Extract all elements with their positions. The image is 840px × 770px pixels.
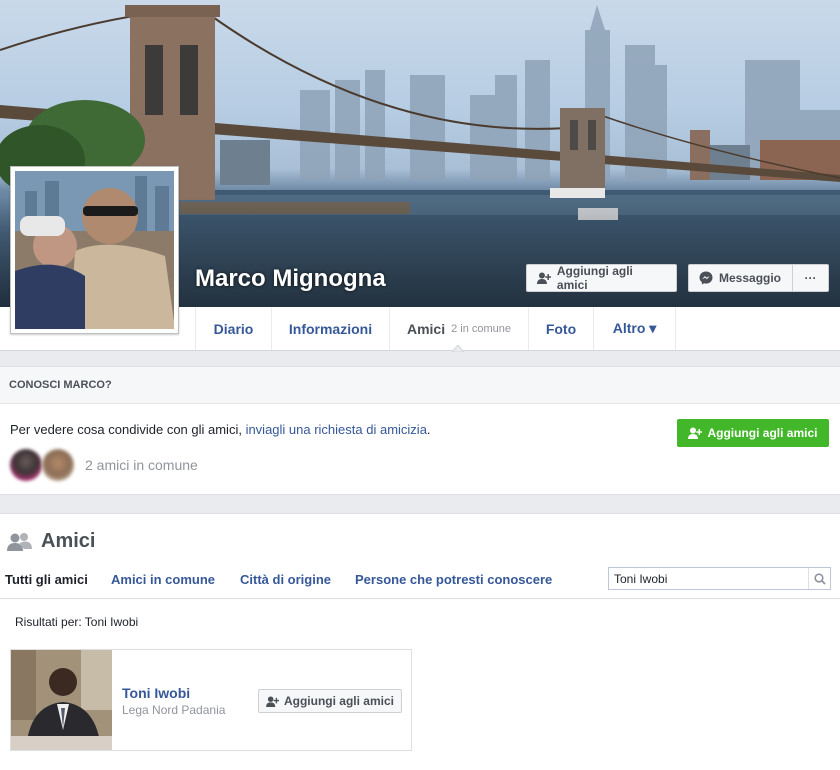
friend-photo-drawing: [11, 650, 112, 750]
add-friend-label: Aggiungi agli amici: [556, 264, 633, 292]
search-results-label: Risultati per: Toni Iwobi: [15, 615, 139, 629]
tab-all-friends[interactable]: Tutti gli amici: [5, 572, 88, 587]
know-profile-text: Per vedere cosa condivide con gli amici,…: [10, 422, 431, 437]
tab-foto-label: Foto: [545, 320, 577, 337]
tab-informazioni-label: Informazioni: [288, 320, 373, 337]
add-friend-green-button[interactable]: Aggiungi agli amici: [677, 419, 829, 447]
friends-tabs-divider: [0, 598, 840, 599]
friend-result-photo[interactable]: [11, 650, 112, 750]
friends-title: Amici: [41, 530, 96, 552]
profile-picture[interactable]: [10, 166, 179, 334]
messenger-icon: [699, 271, 713, 285]
tab-altro-label: Altro ▾: [612, 320, 657, 336]
send-friend-request-link[interactable]: inviagli una richiesta di amicizia: [246, 422, 427, 437]
profile-photo-drawing: [15, 171, 174, 329]
tab-foto[interactable]: Foto: [528, 307, 593, 350]
add-friend-green-label: Aggiungi agli amici: [707, 426, 818, 440]
active-tab-caret: [452, 345, 464, 352]
add-friend-icon: [688, 427, 703, 439]
search-icon: [813, 572, 826, 585]
tab-informazioni[interactable]: Informazioni: [271, 307, 389, 350]
friend-result-subtitle: Lega Nord Padania: [122, 703, 226, 717]
tab-diario-label: Diario: [213, 320, 254, 337]
tab-mutual-friends[interactable]: Amici in comune: [111, 572, 215, 587]
friends-search: [608, 567, 831, 590]
tab-amici-mutual-count: 2 in comune: [451, 322, 512, 335]
friend-result-name[interactable]: Toni Iwobi: [122, 685, 190, 701]
tab-amici-label: Amici: [406, 320, 446, 337]
mutual-friends-avatars[interactable]: [10, 447, 80, 483]
profile-name: Marco Mignogna: [195, 265, 386, 292]
know-profile-text-start: Per vedere cosa condivide con gli amici,: [10, 422, 246, 437]
message-label: Messaggio: [719, 271, 782, 285]
add-friend-icon: [537, 272, 551, 284]
profile-picture-image: [15, 171, 174, 329]
more-options-button[interactable]: ···: [792, 264, 829, 292]
know-profile-title: CONOSCI MARCO?: [0, 367, 840, 404]
friend-result-add-label: Aggiungi agli amici: [283, 694, 394, 708]
mutual-friends-count[interactable]: 2 amici in comune: [85, 457, 198, 473]
know-profile-text-end: .: [426, 422, 431, 437]
add-friend-button[interactable]: Aggiungi agli amici: [526, 264, 677, 292]
tab-altro[interactable]: Altro ▾: [593, 307, 676, 350]
tab-diario[interactable]: Diario: [195, 307, 271, 350]
message-button[interactable]: Messaggio: [688, 264, 793, 292]
tab-amici[interactable]: Amici 2 in comune: [389, 307, 528, 350]
mutual-friend-avatar[interactable]: [42, 449, 74, 481]
friends-header: Amici: [7, 530, 95, 553]
more-options-icon: ···: [804, 271, 817, 285]
tab-hometown[interactable]: Città di origine: [240, 572, 331, 587]
tab-people-you-may-know[interactable]: Persone che potresti conoscere: [355, 572, 552, 587]
friend-result-add-button[interactable]: Aggiungi agli amici: [258, 689, 402, 713]
add-friend-icon: [266, 695, 279, 707]
search-button[interactable]: [808, 568, 830, 589]
friend-result-card: Toni Iwobi Lega Nord Padania Aggiungi ag…: [10, 649, 412, 751]
friends-search-input[interactable]: [609, 568, 809, 589]
know-profile-card: CONOSCI MARCO? Per vedere cosa condivide…: [0, 366, 840, 495]
mutual-friend-avatar[interactable]: [10, 449, 42, 481]
friends-icon: [7, 532, 32, 551]
